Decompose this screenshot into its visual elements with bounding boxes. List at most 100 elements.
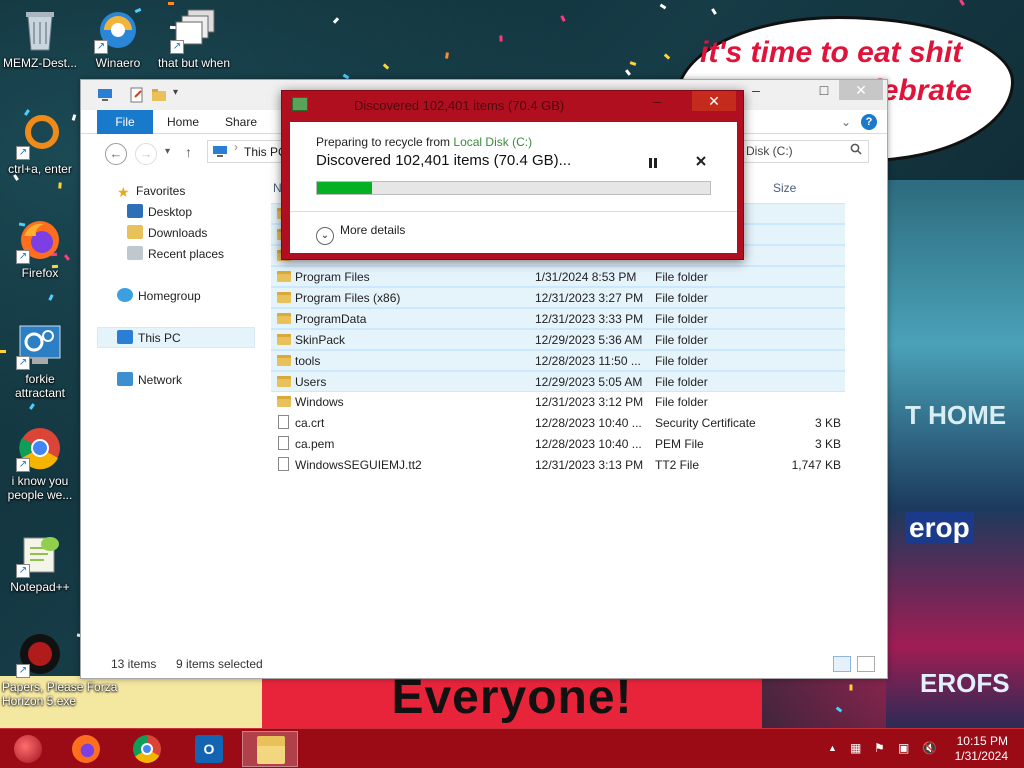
file-size: 3 KB bbox=[814, 416, 841, 430]
confetti-piece bbox=[835, 706, 843, 713]
shortcut-arrow-icon: ↗ bbox=[16, 458, 30, 472]
file-name: ca.crt bbox=[295, 416, 325, 430]
properties-icon[interactable] bbox=[129, 87, 145, 103]
file-date: 12/28/2023 10:40 ... bbox=[535, 437, 642, 451]
desktop-icon bbox=[127, 204, 143, 218]
table-row[interactable]: WindowsSEGUIEMJ.tt2 12/31/2023 3:13 PM TT2… bbox=[271, 455, 845, 476]
ring-icon: ↗ bbox=[16, 112, 64, 160]
table-row[interactable]: Users 12/29/2023 5:05 AM File folder bbox=[271, 371, 845, 392]
tab-home[interactable]: Home bbox=[167, 110, 199, 134]
table-row[interactable]: Program Files 1/31/2024 8:53 PM File folde… bbox=[271, 266, 845, 287]
desktop-icon-i-know-you[interactable]: ↗ i know you people we... bbox=[0, 424, 80, 502]
taskbar-file-explorer[interactable] bbox=[242, 731, 298, 767]
network-tray-icon[interactable]: ▣ bbox=[898, 741, 909, 755]
file-name: ca.pem bbox=[295, 437, 335, 451]
file-type: File folder bbox=[655, 333, 708, 347]
confetti-piece bbox=[560, 15, 566, 22]
large-icons-view-icon[interactable] bbox=[857, 656, 875, 672]
desktop-icon-forkie[interactable]: ↗ forkie attractant bbox=[0, 322, 80, 400]
desktop-icon-winaero[interactable]: ↗ Winaero bbox=[78, 6, 158, 70]
file-size: 1,747 KB bbox=[791, 458, 841, 472]
volume-muted-icon[interactable]: 🔇 bbox=[922, 741, 937, 755]
nav-network[interactable]: Network bbox=[117, 370, 182, 390]
search-input[interactable]: Disk (C:) bbox=[739, 140, 869, 163]
more-details-button[interactable]: ⌄ More details bbox=[316, 223, 405, 245]
desktop-icon-label: Winaero bbox=[95, 56, 141, 70]
nav-desktop[interactable]: Desktop bbox=[127, 202, 192, 222]
recycle-progress-dialog[interactable]: Discovered 102,401 items (70.4 GB) – ✕ P… bbox=[281, 90, 744, 260]
minimize-button[interactable]: – bbox=[741, 80, 771, 100]
file-name: Program Files bbox=[295, 270, 370, 284]
this-pc-icon bbox=[97, 87, 113, 103]
close-window-button[interactable]: ✕ bbox=[839, 80, 883, 100]
forward-button[interactable]: → bbox=[135, 143, 157, 165]
tab-file[interactable]: File bbox=[97, 110, 153, 134]
shortcut-arrow-icon: ↗ bbox=[16, 564, 30, 578]
cancel-operation-button[interactable] bbox=[695, 154, 707, 171]
recent-locations-chevron-icon[interactable]: ▾ bbox=[165, 146, 170, 157]
folder-icon bbox=[277, 292, 291, 303]
confetti-piece bbox=[711, 8, 717, 15]
desktop-icon-label: i know you people we... bbox=[7, 474, 73, 502]
nav-downloads[interactable]: Downloads bbox=[127, 223, 207, 243]
folder-icon bbox=[277, 313, 291, 324]
taskbar-chrome[interactable] bbox=[119, 731, 175, 767]
this-pc-icon bbox=[117, 330, 133, 344]
maximize-button[interactable]: □ bbox=[809, 80, 839, 100]
table-row[interactable]: ca.crt 12/28/2023 10:40 ... Security Certi… bbox=[271, 413, 845, 434]
nav-recent-places[interactable]: Recent places bbox=[127, 244, 224, 264]
file-date: 1/31/2024 8:53 PM bbox=[535, 270, 637, 284]
taskbar-outlook[interactable]: O bbox=[181, 731, 237, 767]
nav-homegroup[interactable]: Homegroup bbox=[117, 286, 201, 306]
file-type: File folder bbox=[655, 395, 708, 409]
file-icon bbox=[278, 457, 289, 471]
pause-button[interactable] bbox=[648, 156, 658, 172]
table-row[interactable]: ca.pem 12/28/2023 10:40 ... PEM File 3 KB bbox=[271, 434, 845, 455]
table-row[interactable]: SkinPack 12/29/2023 5:36 AM File folder bbox=[271, 329, 845, 350]
help-icon[interactable]: ? bbox=[861, 114, 877, 130]
desktop-icon-memz[interactable]: MEMZ-Dest... bbox=[0, 6, 80, 70]
tab-share[interactable]: Share bbox=[225, 110, 257, 134]
desktop-icon-notepad-plus-plus[interactable]: ↗ Notepad++ bbox=[0, 530, 80, 594]
desktop-icon-ctrl-a[interactable]: ↗ ctrl+a, enter bbox=[0, 112, 80, 176]
customize-toolbar-chevron-icon[interactable]: ▾ bbox=[173, 87, 189, 103]
table-row[interactable]: Program Files (x86) 12/31/2023 3:27 PM Fil… bbox=[271, 287, 845, 308]
details-view-icon[interactable] bbox=[833, 656, 851, 672]
table-row[interactable]: tools 12/28/2023 11:50 ... File folder bbox=[271, 350, 845, 371]
desktop-icon-label: ctrl+a, enter bbox=[8, 162, 72, 176]
desktop-icon-label: forkie attractant bbox=[14, 372, 66, 400]
dialog-minimize-button[interactable]: – bbox=[642, 91, 672, 111]
flag-icon[interactable]: ⚑ bbox=[874, 741, 885, 755]
file-name: Windows bbox=[295, 395, 344, 409]
desktop-icon-firefox[interactable]: ↗ Firefox bbox=[0, 216, 80, 280]
firefox-icon: ↗ bbox=[16, 216, 64, 264]
start-button[interactable] bbox=[0, 731, 56, 767]
discovered-items-text: Discovered 102,401 items (70.4 GB)... bbox=[316, 152, 572, 169]
desktop-icon-that-but-when[interactable]: ↗ that but when bbox=[154, 6, 234, 70]
file-name: Program Files (x86) bbox=[295, 291, 401, 305]
shortcut-arrow-icon: ↗ bbox=[16, 356, 30, 370]
nav-favorites[interactable]: ★ Favorites bbox=[117, 181, 185, 201]
column-header-size[interactable]: Size bbox=[773, 178, 796, 198]
confetti-piece bbox=[849, 684, 853, 691]
show-hidden-icons-chevron-icon[interactable]: ▲ bbox=[828, 743, 837, 753]
chrome-icon: ↗ bbox=[16, 424, 64, 472]
up-arrow-icon[interactable]: ↑ bbox=[185, 144, 192, 160]
file-size: 3 KB bbox=[814, 437, 841, 451]
nav-this-pc[interactable]: This PC bbox=[117, 328, 181, 348]
back-button[interactable]: ← bbox=[105, 143, 127, 165]
dialog-close-button[interactable]: ✕ bbox=[692, 91, 736, 111]
new-folder-icon[interactable] bbox=[151, 87, 167, 103]
shortcut-arrow-icon: ↗ bbox=[94, 40, 108, 54]
expand-ribbon-chevron-icon[interactable]: ⌄ bbox=[841, 110, 851, 134]
papers-please-icon: ↗ bbox=[16, 630, 64, 678]
clock-time: 10:15 PM bbox=[956, 734, 1008, 748]
table-row[interactable]: ProgramData 12/31/2023 3:33 PM File folder bbox=[271, 308, 845, 329]
action-center-icon[interactable]: ▦ bbox=[850, 741, 861, 755]
table-row[interactable]: Windows 12/31/2023 3:12 PM File folder bbox=[271, 392, 845, 413]
source-location-link[interactable]: Local Disk (C:) bbox=[453, 135, 532, 149]
winaero-icon: ↗ bbox=[94, 6, 142, 54]
confetti-piece bbox=[29, 403, 35, 410]
system-clock[interactable]: 10:15 PM 1/31/2024 bbox=[955, 734, 1008, 764]
taskbar-firefox[interactable] bbox=[58, 731, 114, 767]
